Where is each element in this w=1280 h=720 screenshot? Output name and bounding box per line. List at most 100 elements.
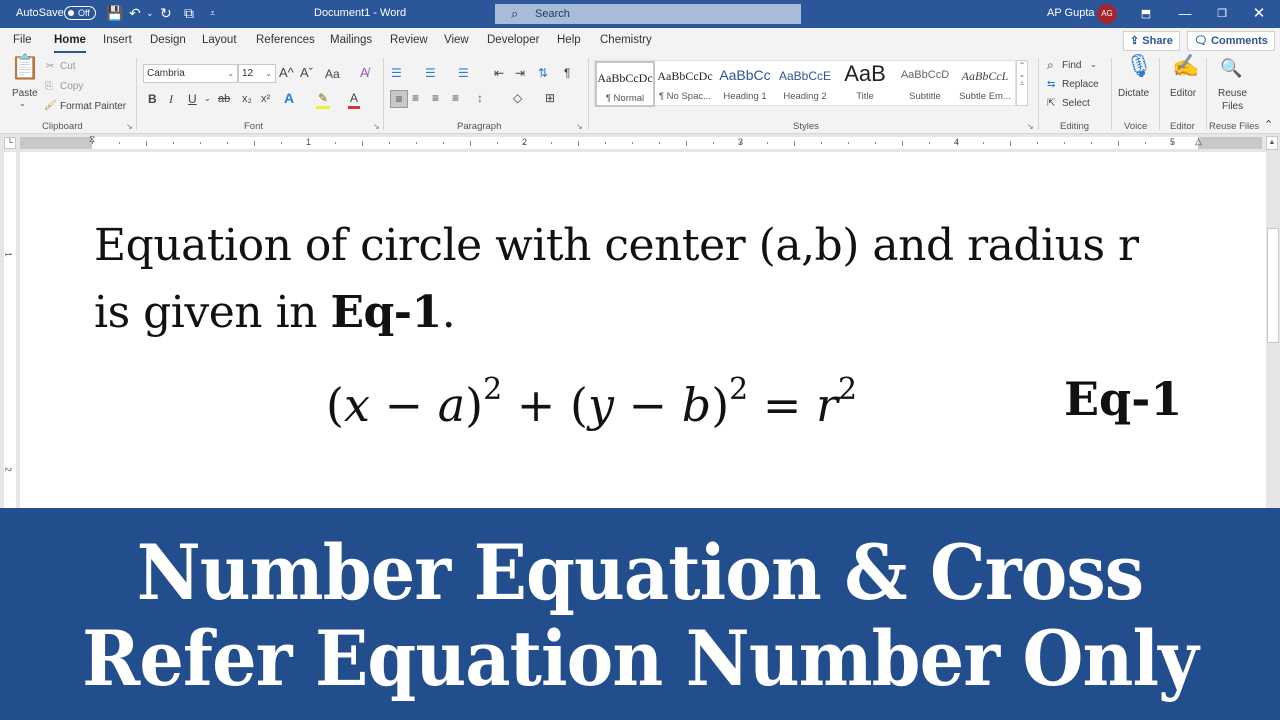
clear-formatting-icon[interactable]: A̸ <box>360 65 369 81</box>
ruler-track[interactable] <box>20 137 1262 149</box>
align-left-button[interactable]: ≡ <box>390 90 408 108</box>
styles-scroll[interactable]: ⌃ ⌄ ⩡ <box>1016 60 1028 106</box>
tab-chemistry[interactable]: Chemistry <box>600 34 652 46</box>
justify-button[interactable]: ≡ <box>452 90 459 106</box>
ribbon-display-options-icon[interactable]: ⬒ <box>1136 4 1156 24</box>
reuse-files-line2[interactable]: Files <box>1222 101 1243 112</box>
copy-button[interactable]: Copy <box>60 81 83 92</box>
tab-insert[interactable]: Insert <box>103 34 132 46</box>
tab-home[interactable]: Home <box>54 34 86 53</box>
autosave-toggle[interactable]: Off <box>64 6 96 20</box>
editor-button[interactable]: Editor <box>1170 88 1196 99</box>
save-icon[interactable]: 💾 <box>106 5 123 21</box>
redo-icon[interactable]: ↻ <box>160 5 172 21</box>
equation-number-label[interactable]: Eq-1 <box>1064 372 1182 426</box>
bullets-icon[interactable]: ☰ <box>391 65 402 81</box>
restore-icon[interactable]: ❐ <box>1212 4 1232 24</box>
chevron-down-icon[interactable]: ⌄ <box>1017 70 1027 79</box>
more-styles-icon[interactable]: ⩡ <box>1017 79 1027 89</box>
sort-icon[interactable]: ⇅ <box>538 65 548 81</box>
reuse-files-icon[interactable]: 🔍 <box>1220 59 1242 77</box>
cross-reference[interactable]: Eq-1 <box>331 287 443 338</box>
superscript-button[interactable]: x² <box>261 91 270 107</box>
undo-dropdown-icon[interactable]: ⌄ <box>146 5 154 21</box>
reuse-files-line1[interactable]: Reuse <box>1218 88 1247 99</box>
avatar[interactable]: AG <box>1097 4 1117 24</box>
chevron-up-icon[interactable]: ⌃ <box>1017 61 1027 70</box>
paste-button[interactable]: Paste <box>12 88 38 99</box>
format-painter-button[interactable]: Format Painter <box>60 101 126 112</box>
chevron-down-icon[interactable]: ⌄ <box>1090 60 1097 69</box>
minimize-icon[interactable]: — <box>1175 4 1195 24</box>
tab-file[interactable]: File <box>13 34 32 46</box>
change-case-icon[interactable]: Aa <box>325 66 340 82</box>
clipboard-launcher-icon[interactable]: ↘ <box>126 122 133 131</box>
style-heading-1[interactable]: AaBbCc Heading 1 <box>715 61 775 107</box>
tab-view[interactable]: View <box>444 34 469 46</box>
grow-font-icon[interactable]: A^ <box>279 65 294 81</box>
paste-dropdown-icon[interactable]: ⌄ <box>19 99 26 108</box>
font-name-select[interactable]: Cambria ⌄ <box>143 64 238 83</box>
find-button[interactable]: Find <box>1062 60 1081 71</box>
numbering-icon[interactable]: ☰ <box>425 65 436 81</box>
microphone-icon[interactable]: 🎙 <box>1125 55 1153 77</box>
multilevel-list-icon[interactable]: ☰ <box>458 65 469 81</box>
shading-icon[interactable]: ◇ <box>513 90 522 106</box>
align-center-button[interactable]: ≡ <box>412 90 419 106</box>
select-button[interactable]: Select <box>1062 98 1090 109</box>
right-indent-marker[interactable]: △ <box>1195 136 1202 147</box>
paragraph-launcher-icon[interactable]: ↘ <box>576 122 583 131</box>
editor-icon[interactable]: ✍ <box>1172 55 1199 77</box>
tab-developer[interactable]: Developer <box>487 34 539 46</box>
tab-help[interactable]: Help <box>557 34 581 46</box>
search-box[interactable]: ⌕ Search <box>495 4 801 24</box>
replace-button[interactable]: Replace <box>1062 79 1099 90</box>
font-size-select[interactable]: 12 ⌄ <box>238 64 276 83</box>
user-name[interactable]: AP Gupta <box>1047 7 1095 19</box>
cut-button[interactable]: Cut <box>60 61 76 72</box>
collapse-ribbon-icon[interactable]: ⌃ <box>1264 118 1273 131</box>
styles-launcher-icon[interactable]: ↘ <box>1027 122 1034 131</box>
align-right-button[interactable]: ≡ <box>432 90 439 106</box>
subscript-button[interactable]: x₂ <box>242 91 252 107</box>
style-no-spacing[interactable]: AaBbCcDc ¶ No Spac... <box>655 61 715 107</box>
body-paragraph[interactable]: Equation of circle with center (a,b) and… <box>94 212 1204 346</box>
style-subtle-emphasis[interactable]: AaBbCcL Subtle Em... <box>955 61 1015 107</box>
font-launcher-icon[interactable]: ↘ <box>373 122 380 131</box>
style-subtitle[interactable]: AaBbCcD Subtitle <box>895 61 955 107</box>
bold-button[interactable]: B <box>148 91 157 107</box>
show-formatting-marks-icon[interactable]: ¶ <box>564 65 570 81</box>
tab-review[interactable]: Review <box>390 34 428 46</box>
scroll-up-button[interactable]: ▲ <box>1266 136 1278 150</box>
strikethrough-button[interactable]: ab <box>218 91 230 107</box>
italic-button[interactable]: I <box>169 91 173 107</box>
tab-selector[interactable]: └ <box>4 137 16 149</box>
tab-mailings[interactable]: Mailings <box>330 34 372 46</box>
touch-mode-icon[interactable]: ⧉ <box>184 5 194 21</box>
tab-design[interactable]: Design <box>150 34 186 46</box>
increase-indent-icon[interactable]: ⇥ <box>515 65 525 81</box>
style-normal[interactable]: AaBbCcDc ¶ Normal <box>595 61 655 107</box>
customize-toolbar-icon[interactable]: ⩡ <box>210 5 215 21</box>
tab-layout[interactable]: Layout <box>202 34 237 46</box>
share-button[interactable]: ⇪ Share <box>1123 31 1180 51</box>
font-color-icon[interactable]: A <box>348 90 360 109</box>
paste-icon[interactable]: 📋 <box>10 56 40 80</box>
borders-icon[interactable]: ⊞ <box>545 90 555 106</box>
tab-references[interactable]: References <box>256 34 315 46</box>
decrease-indent-icon[interactable]: ⇤ <box>494 65 504 81</box>
underline-button[interactable]: U <box>188 91 197 107</box>
undo-icon[interactable]: ↶ <box>129 5 141 21</box>
dictate-button[interactable]: Dictate <box>1118 88 1149 99</box>
comments-button[interactable]: 🗨 Comments <box>1187 31 1275 51</box>
style-heading-2[interactable]: AaBbCcE Heading 2 <box>775 61 835 107</box>
equation[interactable]: (x − a)2 + (y − b)2 = r2 <box>326 372 857 432</box>
style-title[interactable]: AaB Title <box>835 61 895 107</box>
close-icon[interactable]: ✕ <box>1249 4 1269 24</box>
text-effects-icon[interactable]: A <box>284 90 294 106</box>
highlight-icon[interactable]: ✎ <box>316 90 330 109</box>
line-spacing-icon[interactable]: ↕ <box>477 90 483 106</box>
underline-dropdown-icon[interactable]: ⌄ <box>204 91 211 107</box>
scrollbar-thumb[interactable] <box>1267 228 1279 343</box>
shrink-font-icon[interactable]: Aˇ <box>300 65 313 81</box>
